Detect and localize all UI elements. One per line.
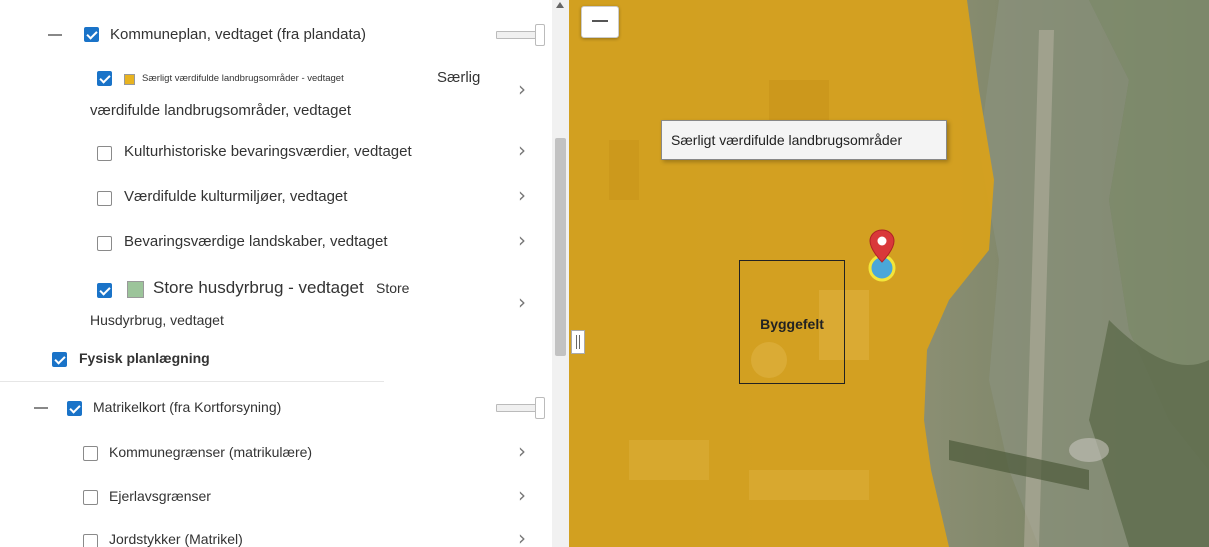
group-label: Fysisk planlægning [79,350,210,366]
checkbox-saerligt[interactable] [97,71,112,86]
panel-scrollbar[interactable] [552,0,569,547]
opacity-slider[interactable] [496,24,545,46]
checkbox-kulturmiljo[interactable] [97,191,112,206]
legend-swatch [127,281,144,298]
legend-label: Store husdyrbrug - vedtaget [153,278,364,297]
chevron-right-icon[interactable]: › [518,526,526,547]
checkbox-store-husdyrbrug[interactable] [97,283,112,298]
map-pin-icon[interactable] [865,228,899,284]
chevron-right-icon[interactable]: › [518,77,526,101]
feature-tooltip: Særligt værdifulde landbrugsområder [661,120,947,160]
layer-group-kommuneplan: Kommuneplan, vedtaget (fra plandata) [0,22,552,48]
checkbox-fysisk[interactable] [52,352,67,367]
layer-label: Ejerlavsgrænser [109,488,211,504]
layer-label: Matrikelkort (fra Kortforsyning) [93,399,282,415]
zoom-out-button[interactable] [581,6,619,38]
checkbox-kommuneplan[interactable] [84,27,99,42]
layer-item-jordstykker: Jordstykker (Matrikel) › [0,526,552,547]
layer-panel: Kommuneplan, vedtaget (fra plandata) Sær… [0,0,552,547]
layer-label-desc: værdifulde landbrugsområder, vedtaget [90,102,351,119]
checkbox-kultur[interactable] [97,146,112,161]
opacity-slider[interactable] [496,397,545,419]
layer-label: Kommuneplan, vedtaget (fra plandata) [110,26,366,43]
map-view[interactable]: Særligt værdifulde landbrugsområder Bygg… [569,0,1209,547]
checkbox-landskaber[interactable] [97,236,112,251]
layer-item-ejerlav: Ejerlavsgrænser › [0,483,552,510]
layer-item-kulturmiljo: Værdifulde kulturmiljøer, vedtaget › [0,183,552,211]
byggefelt-box: Byggefelt [739,260,845,384]
checkbox-kommunegraenser[interactable] [83,446,98,461]
layer-item-saerligt: Særligt værdifulde landbrugsområder - ve… [0,68,552,124]
layer-item-kommunegraenser: Kommunegrænser (matrikulære) › [0,439,552,466]
checkbox-jordstykker[interactable] [83,534,98,547]
zoom-out-icon [592,20,608,22]
layer-label: Bevaringsværdige landskaber, vedtaget [124,233,388,250]
layer-group-fysisk: Fysisk planlægning [0,346,552,372]
chevron-right-icon[interactable]: › [518,483,526,507]
layer-label: Særlig [437,69,481,86]
layer-label-desc: Husdyrbrug, vedtaget [90,312,224,328]
layer-label: Værdifulde kulturmiljøer, vedtaget [124,188,348,205]
collapse-icon[interactable] [48,34,62,36]
layer-group-matrikel: Matrikelkort (fra Kortforsyning) [0,395,552,421]
chevron-right-icon[interactable]: › [518,183,526,207]
chevron-right-icon[interactable]: › [518,290,526,314]
legend-label: Særligt værdifulde landbrugsområder - ve… [142,73,344,84]
byggefelt-label: Byggefelt [760,316,824,332]
legend-swatch [124,74,135,85]
split-drag-handle[interactable] [571,330,585,354]
layer-item-landskaber: Bevaringsværdige landskaber, vedtaget › [0,228,552,256]
scrollbar-thumb[interactable] [555,138,566,356]
chevron-right-icon[interactable]: › [518,228,526,252]
scroll-up-arrow-icon[interactable] [556,2,564,8]
divider [0,381,384,382]
layer-label: Kulturhistoriske bevaringsværdier, vedta… [124,143,412,160]
checkbox-matrikel[interactable] [67,401,82,416]
collapse-icon[interactable] [34,407,48,409]
layer-label: Store [376,280,410,296]
chevron-right-icon[interactable]: › [518,439,526,463]
layer-label: Kommunegrænser (matrikulære) [109,444,313,460]
checkbox-ejerlav[interactable] [83,490,98,505]
layer-label: Jordstykker (Matrikel) [109,531,243,547]
layer-item-store-husdyrbrug: Store husdyrbrug - vedtaget Store Husdyr… [0,276,552,332]
chevron-right-icon[interactable]: › [518,138,526,162]
layer-item-kultur: Kulturhistoriske bevaringsværdier, vedta… [0,138,552,166]
